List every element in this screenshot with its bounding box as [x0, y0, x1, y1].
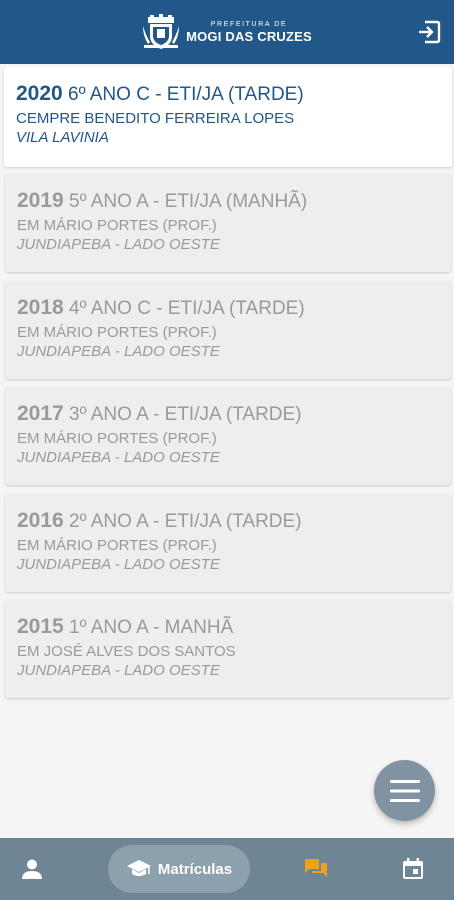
enrollment-district: VILA LAVINIA	[16, 129, 109, 146]
enrollment-grade: 5º ANO A - ETI/JA (MANHÃ)	[69, 191, 308, 212]
enrollment-card[interactable]: 2015 1º ANO A - MANHÃ EM JOSÉ ALVES DOS …	[5, 600, 451, 698]
enrollment-grade: 6º ANO C - ETI/JA (TARDE)	[68, 84, 304, 105]
person-icon[interactable]	[21, 858, 43, 880]
enrollment-year: 2020	[16, 82, 63, 105]
enrollment-district: JUNDIAPEBA - LADO OESTE	[17, 662, 220, 679]
tab-matriculas[interactable]: Matrículas	[108, 845, 250, 893]
enrollment-school: CEMPRE BENEDITO FERREIRA LOPES	[16, 110, 295, 127]
coat-of-arms-icon	[143, 14, 180, 49]
enrollment-title: 2018 4º ANO C - ETI/JA (TARDE)	[17, 297, 439, 320]
logout-icon[interactable]	[416, 19, 442, 45]
enrollment-year: 2018	[17, 296, 64, 319]
enrollment-card[interactable]: 2019 5º ANO A - ETI/JA (MANHÃ) EM MÁRIO …	[5, 174, 451, 272]
calendar-icon[interactable]	[402, 858, 424, 880]
enrollment-card[interactable]: 2017 3º ANO A - ETI/JA (TARDE) EM MÁRIO …	[5, 387, 451, 485]
enrollment-district: JUNDIAPEBA - LADO OESTE	[17, 236, 220, 253]
bottom-navigation: Matrículas	[0, 838, 454, 900]
app-header: PREFEITURA DE MOGI DAS CRUZES	[0, 0, 454, 64]
tab-matriculas-label: Matrículas	[157, 860, 233, 878]
enrollment-district: JUNDIAPEBA - LADO OESTE	[17, 556, 220, 573]
enrollment-school: EM JOSÉ ALVES DOS SANTOS	[17, 643, 236, 660]
enrollment-grade: 2º ANO A - ETI/JA (TARDE)	[69, 511, 302, 532]
enrollment-year: 2015	[17, 615, 64, 638]
enrollment-school: EM MÁRIO PORTES (PROF.)	[17, 430, 217, 447]
enrollment-grade: 1º ANO A - MANHÃ	[69, 617, 234, 638]
enrollment-district: JUNDIAPEBA - LADO OESTE	[17, 343, 220, 360]
enrollment-title: 2015 1º ANO A - MANHÃ	[17, 616, 439, 639]
city-logo: PREFEITURA DE MOGI DAS CRUZES	[142, 14, 312, 50]
menu-icon	[389, 779, 420, 802]
enrollment-card[interactable]: 2020 6º ANO C - ETI/JA (TARDE) CEMPRE BE…	[4, 67, 452, 167]
chat-icon[interactable]	[304, 857, 328, 881]
menu-fab-button[interactable]	[374, 760, 435, 821]
enrollment-year: 2017	[17, 402, 64, 425]
enrollment-grade: 3º ANO A - ETI/JA (TARDE)	[69, 404, 302, 425]
enrollment-title: 2017 3º ANO A - ETI/JA (TARDE)	[17, 403, 439, 426]
enrollment-school: EM MÁRIO PORTES (PROF.)	[17, 537, 217, 554]
enrollment-school: EM MÁRIO PORTES (PROF.)	[17, 324, 217, 341]
enrollment-title: 2016 2º ANO A - ETI/JA (TARDE)	[17, 510, 439, 533]
enrollment-card[interactable]: 2018 4º ANO C - ETI/JA (TARDE) EM MÁRIO …	[5, 281, 451, 379]
enrollment-year: 2016	[17, 509, 64, 532]
enrollment-school: EM MÁRIO PORTES (PROF.)	[17, 217, 217, 234]
enrollment-district: JUNDIAPEBA - LADO OESTE	[17, 449, 220, 466]
logo-caption: PREFEITURA DE	[210, 21, 288, 28]
enrollment-grade: 4º ANO C - ETI/JA (TARDE)	[69, 298, 305, 319]
enrollment-title: 2019 5º ANO A - ETI/JA (MANHÃ)	[17, 190, 439, 213]
enrollment-year: 2019	[17, 189, 64, 212]
enrollment-title: 2020 6º ANO C - ETI/JA (TARDE)	[16, 83, 440, 106]
logo-title: MOGI DAS CRUZES	[186, 29, 312, 44]
enrollment-card[interactable]: 2016 2º ANO A - ETI/JA (TARDE) EM MÁRIO …	[5, 494, 451, 592]
graduation-cap-icon	[126, 860, 151, 876]
